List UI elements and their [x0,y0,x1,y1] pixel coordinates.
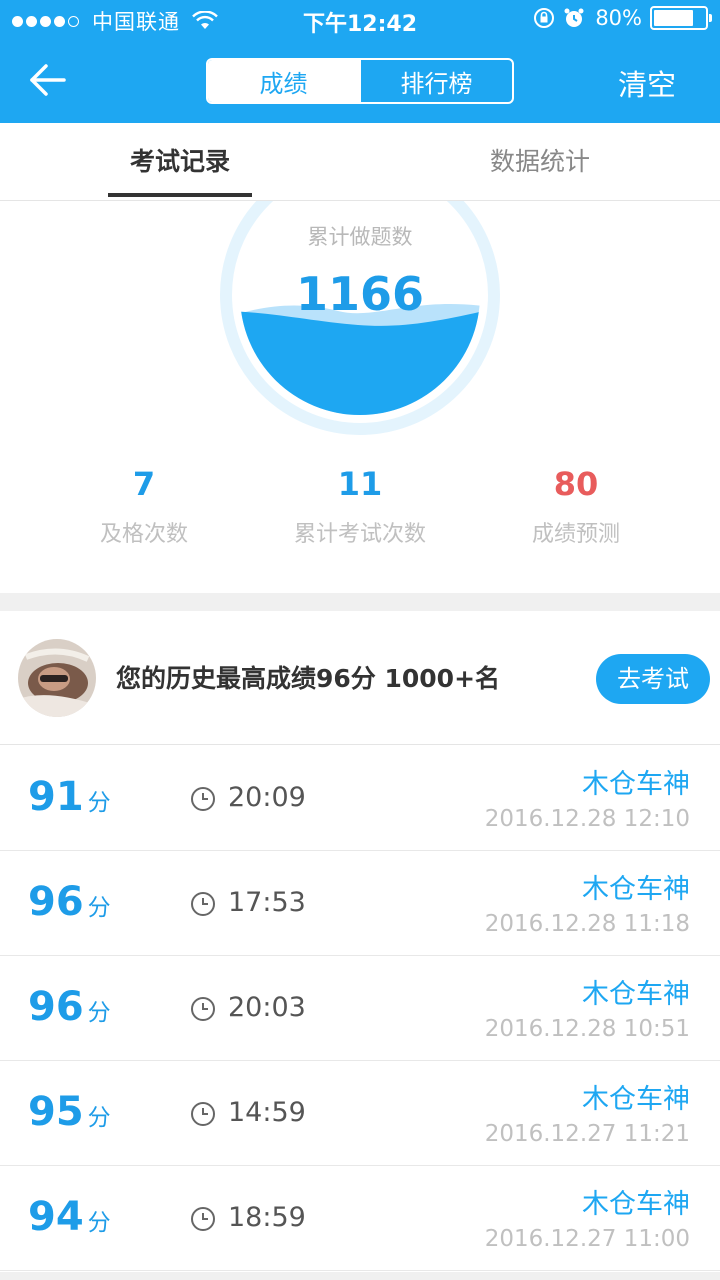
record-score: 96 分 [28,984,111,1030]
record-name: 木仓车神 [582,874,690,905]
clock-icon [191,787,215,811]
record-score-unit: 分 [87,1105,111,1131]
record-score: 95 分 [28,1089,111,1135]
alarm-icon [564,8,584,27]
record-name: 木仓车神 [582,769,690,800]
record-date: 2016.12.28 11:18 [484,911,690,937]
record-duration: 20:03 [228,992,306,1023]
clear-button[interactable]: 清空 [618,62,676,104]
record-score: 94 分 [28,1194,111,1240]
stat-value: 80 [553,465,599,503]
active-tab-indicator [108,193,252,197]
segmented-control: 成绩 排行榜 [206,58,514,104]
tab-exam-records[interactable]: 考试记录 [0,123,360,201]
status-bar: 中国联通 下午12:42 80% [0,0,720,40]
record-score-value: 91 [28,774,84,820]
stat-label: 及格次数 [99,522,188,547]
record-row[interactable]: 96 分 20:03 木仓车神 2016.12.28 10:51 [0,956,720,1061]
record-score-value: 96 [28,879,84,925]
avatar-image [18,639,96,717]
question-count-gauge: 累计做题数 1166 [0,201,720,441]
battery-icon [650,6,712,30]
clock-icon [191,1102,215,1126]
record-date: 2016.12.27 11:00 [484,1226,690,1252]
stat-exam-count: 11 累计考试次数 [240,460,480,548]
record-score: 96 分 [28,879,111,925]
tab-data-statistics[interactable]: 数据统计 [360,123,720,201]
record-score-unit: 分 [87,790,111,816]
start-exam-button[interactable]: 去考试 [596,654,710,704]
record-name: 木仓车神 [582,1084,690,1115]
record-score: 91 分 [28,774,111,820]
record-duration: 18:59 [228,1202,306,1233]
clock-icon [191,892,215,916]
record-row[interactable]: 95 分 14:59 木仓车神 2016.12.27 11:21 [0,1061,720,1166]
record-date: 2016.12.27 11:21 [484,1121,690,1147]
clock-icon [191,1207,215,1231]
record-score-value: 95 [28,1089,84,1135]
record-date: 2016.12.28 10:51 [484,1016,690,1042]
clock-icon [191,997,215,1021]
record-score-unit: 分 [87,895,111,921]
record-row[interactable]: 94 分 18:59 木仓车神 2016.12.27 11:00 [0,1166,720,1271]
gauge-value: 1166 [295,267,425,321]
record-duration: 14:59 [228,1097,306,1128]
record-score-unit: 分 [87,1210,111,1236]
stat-label: 成绩预测 [531,522,620,547]
status-right: 80% [525,6,712,30]
record-date: 2016.12.28 12:10 [484,806,690,832]
back-arrow-icon[interactable] [26,58,70,102]
record-name: 木仓车神 [582,979,690,1010]
bottom-divider [0,1272,720,1280]
top-header: 中国联通 下午12:42 80% 成绩 排行榜 清空 [0,0,720,123]
best-score-row: 您的历史最高成绩96分 1000+名 去考试 [0,611,720,745]
subtab-bar: 考试记录 数据统计 [0,123,720,201]
record-duration: 17:53 [228,887,306,918]
record-score-value: 96 [28,984,84,1030]
segment-score[interactable]: 成绩 [208,60,359,102]
best-score-text: 您的历史最高成绩96分 1000+名 [116,664,501,693]
nav-bar: 成绩 排行榜 清空 [0,40,720,123]
section-divider [0,593,720,611]
stats-row: 7 及格次数 11 累计考试次数 80 成绩预测 [0,460,720,560]
stat-pass-count: 7 及格次数 [24,460,264,548]
record-row[interactable]: 96 分 17:53 木仓车神 2016.12.28 11:18 [0,851,720,956]
record-duration: 20:09 [228,782,306,813]
record-score-value: 94 [28,1194,84,1240]
stat-value: 7 [132,465,156,503]
orientation-lock-icon [534,8,555,28]
exam-records-list: 91 分 20:09 木仓车神 2016.12.28 12:10 96 分 17:5… [0,746,720,1271]
avatar[interactable] [18,639,96,717]
record-name: 木仓车神 [582,1189,690,1220]
segment-ranking[interactable]: 排行榜 [359,60,512,102]
record-row[interactable]: 91 分 20:09 木仓车神 2016.12.28 12:10 [0,746,720,851]
battery-percent: 80% [595,6,642,30]
stat-score-prediction: 80 成绩预测 [456,460,696,548]
stat-value: 11 [337,465,383,503]
stat-label: 累计考试次数 [293,522,426,547]
gauge-label: 累计做题数 [307,225,413,249]
record-score-unit: 分 [87,1000,111,1026]
